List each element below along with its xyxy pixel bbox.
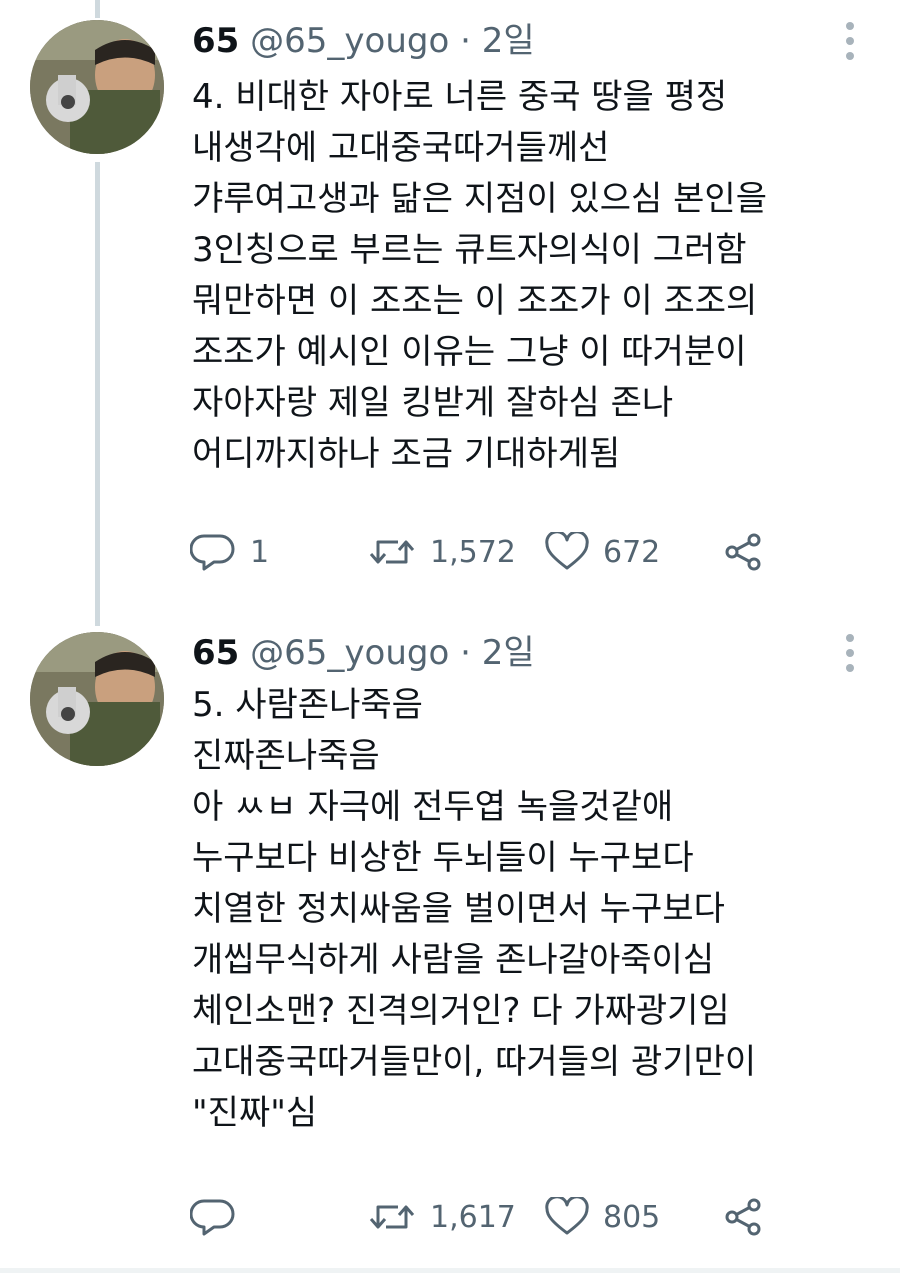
tweet-text: 5. 사람존나죽음 진짜존나죽음 아 ㅆㅂ 자극에 전두엽 녹을것같애 누구보다…	[192, 680, 756, 1139]
tweet-text-line: 아 ㅆㅂ 자극에 전두엽 녹을것같애	[192, 787, 674, 827]
avatar-image	[30, 632, 164, 766]
reply-button[interactable]: 1	[190, 527, 269, 577]
tweet-text-line: 어디까지하나 조금 기대하게됨	[192, 434, 621, 474]
tweet-text-line: 고대중국따거들만이, 따거들의 광기만이	[192, 1042, 757, 1082]
tweet-text: 4. 비대한 자아로 너른 중국 땅을 평정 내생각에 고대중국따거들께선 갸루…	[192, 72, 767, 480]
separator-dot: ·	[460, 21, 471, 61]
author-name[interactable]: 65	[192, 21, 239, 61]
retweet-button[interactable]: 1,617	[368, 1192, 516, 1242]
tweet-text-line: "진짜"심	[192, 1093, 318, 1133]
like-button[interactable]: 672	[545, 527, 660, 577]
like-button[interactable]: 805	[545, 1192, 660, 1242]
tweet-text-line: 4. 비대한 자아로 너른 중국 땅을 평정	[192, 77, 728, 117]
retweet-icon	[369, 1205, 415, 1229]
retweet-button[interactable]: 1,572	[368, 527, 516, 577]
tweet-text-line: 내생각에 고대중국따거들께선	[192, 128, 610, 168]
tweet-text-line: 개씹무식하게 사람을 존나갈아죽이심	[192, 940, 715, 980]
tweet-text-line: 뭐만하면 이 조조는 이 조조가 이 조조의	[192, 281, 758, 321]
more-options-icon[interactable]	[838, 20, 862, 64]
author-name[interactable]: 65	[192, 633, 239, 673]
retweet-count: 1,617	[430, 1199, 516, 1235]
reply-icon	[190, 1199, 235, 1236]
like-icon	[545, 1197, 589, 1235]
retweet-icon	[369, 540, 415, 564]
tweet-actions: 1 1,572 672	[190, 527, 840, 577]
more-options-icon[interactable]	[838, 632, 862, 676]
reply-button[interactable]	[190, 1192, 250, 1242]
like-count: 805	[603, 1199, 661, 1235]
share-button[interactable]	[722, 1192, 764, 1242]
tweet-text-line: 자아자랑 제일 킹받게 잘하심 존나	[192, 383, 674, 423]
retweet-count: 1,572	[430, 534, 516, 570]
separator-dot: ·	[460, 633, 471, 673]
tweet-actions: 1,617 805	[190, 1192, 840, 1242]
reply-icon	[190, 534, 235, 571]
avatar[interactable]	[30, 20, 164, 154]
author-handle[interactable]: @65_yougo	[250, 633, 449, 673]
avatar-image	[30, 20, 164, 154]
tweet-header: 65 @65_yougo · 2일	[192, 628, 535, 678]
tweet[interactable]: 65 @65_yougo · 2일 4. 비대한 자아로 너른 중국 땅을 평정…	[0, 16, 900, 586]
tweet-text-line: 3인칭으로 부르는 큐트자의식이 그러함	[192, 230, 747, 270]
tweet-header: 65 @65_yougo · 2일	[192, 16, 535, 66]
tweet-text-line: 진짜존나죽음	[192, 736, 380, 776]
tweet-text-line: 누구보다 비상한 두뇌들이 누구보다	[192, 838, 694, 878]
share-icon	[725, 1198, 761, 1236]
tweet-text-line: 치열한 정치싸움을 벌이면서 누구보다	[192, 889, 725, 929]
tweet-text-line: 체인소맨? 진격의거인? 다 가짜광기임	[192, 991, 730, 1031]
like-count: 672	[603, 534, 661, 570]
reply-count: 1	[250, 534, 270, 570]
share-icon	[725, 533, 761, 571]
like-icon	[545, 532, 589, 570]
tweet-text-line: 조조가 예시인 이유는 그냥 이 따거분이	[192, 332, 747, 372]
avatar[interactable]	[30, 632, 164, 766]
author-handle[interactable]: @65_yougo	[250, 21, 449, 61]
tweet-text-line: 5. 사람존나죽음	[192, 685, 423, 725]
tweet[interactable]: 65 @65_yougo · 2일 5. 사람존나죽음 진짜존나죽음 아 ㅆㅂ …	[0, 628, 900, 1248]
tweet-text-line: 갸루여고생과 닮은 지점이 있으심 본인을	[192, 179, 767, 219]
timestamp[interactable]: 2일	[482, 21, 535, 61]
share-button[interactable]	[722, 527, 764, 577]
divider	[0, 1268, 900, 1273]
timestamp[interactable]: 2일	[482, 633, 535, 673]
